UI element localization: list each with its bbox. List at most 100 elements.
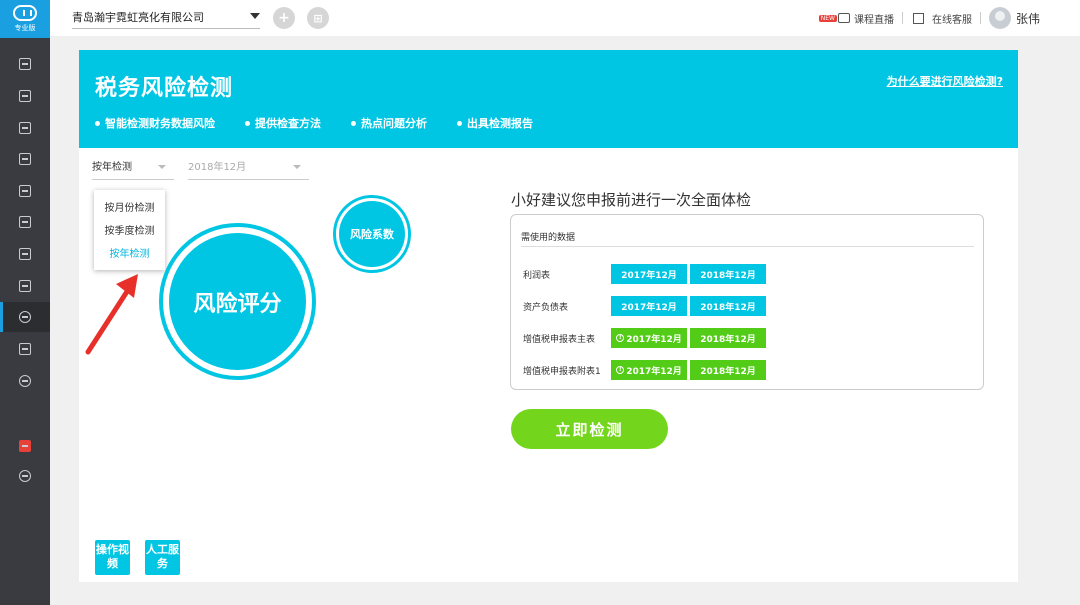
company-name: 青岛瀚宇霓虹亮化有限公司 — [72, 11, 204, 24]
warning-icon: ! — [616, 334, 625, 342]
calendar-icon — [19, 185, 31, 197]
data-row-name: 资产负债表 — [523, 303, 569, 313]
divider — [979, 12, 981, 24]
feature-step-label: 智能检测财务数据风险 — [105, 117, 215, 130]
warning-icon: ! — [616, 366, 625, 374]
new-badge: NEW — [818, 14, 837, 22]
feature-step: 热点问题分析 — [351, 115, 427, 131]
top-bar: 青岛瀚宇霓虹亮化有限公司 + ⊞ NEW 课程直播 在线客服 张伟 — [50, 0, 1080, 36]
manual-service-button[interactable]: 人工服务 — [145, 540, 180, 575]
period-pill-label: 2018年12月 — [700, 270, 756, 281]
period-pill[interactable]: 2018年12月 — [690, 264, 766, 284]
sidebar-item-chart[interactable] — [0, 113, 50, 143]
cloud-logo-icon — [13, 5, 37, 21]
risk-icon — [19, 311, 31, 323]
sidebar-item-settings[interactable] — [0, 366, 50, 396]
period-pill-label: 2017年12月 — [626, 334, 682, 345]
period-value: 2018年12月 — [188, 162, 247, 173]
bullet-icon — [457, 120, 462, 126]
option-quarterly[interactable]: 按季度检测 — [94, 220, 165, 243]
video-help-button[interactable]: 操作视频 — [95, 540, 130, 575]
feature-step-label: 热点问题分析 — [361, 117, 427, 130]
period-pill[interactable]: ! 2017年12月 — [611, 360, 687, 380]
topbar-right: NEW 课程直播 在线客服 张伟 — [818, 0, 1040, 36]
required-data-panel: 需使用的数据 利润表 2017年12月 2018年12月 资产负债表 2017年… — [510, 214, 984, 390]
sidebar-item-document[interactable] — [0, 144, 50, 174]
period-pill-label: 2017年12月 — [621, 302, 677, 313]
edition-label: 专业版 — [14, 24, 36, 32]
app-logo[interactable]: 专业版 — [0, 0, 50, 38]
sidebar-item-tax[interactable] — [0, 239, 50, 269]
risk-coefficient-bubble: 风险系数 — [333, 195, 411, 273]
ledger-icon — [19, 216, 31, 228]
apps-button[interactable]: ⊞ — [307, 7, 329, 29]
period-pill-label: 2017年12月 — [626, 366, 682, 377]
link-icon — [19, 470, 31, 482]
period-pill-label: 2017年12月 — [621, 270, 677, 281]
risk-coefficient-label: 风险系数 — [339, 201, 405, 267]
period-pill[interactable]: 2018年12月 — [690, 328, 766, 348]
feature-steps: 智能检测财务数据风险 提供检查方法 热点问题分析 出具检测报告 — [95, 115, 563, 131]
sidebar-item-gift[interactable] — [0, 431, 50, 461]
chevron-down-icon[interactable] — [250, 13, 260, 19]
sidebar-item-list[interactable] — [0, 49, 50, 79]
live-course-link[interactable]: 课程直播 — [854, 11, 894, 26]
sidebar-item-report[interactable] — [0, 271, 50, 301]
left-sidebar: 专业版 — [0, 0, 50, 605]
risk-score-label: 风险评分 — [169, 233, 306, 370]
user-name[interactable]: 张伟 — [1016, 10, 1040, 27]
tax-icon — [19, 248, 31, 260]
sidebar-item-invoice[interactable] — [0, 81, 50, 111]
sidebar-item-calendar[interactable] — [0, 176, 50, 206]
feature-step: 提供检查方法 — [245, 115, 321, 131]
sidebar-item-link[interactable] — [0, 461, 50, 491]
sidebar-item-receipt[interactable] — [0, 334, 50, 364]
feature-step: 智能检测财务数据风险 — [95, 115, 215, 131]
settings-icon — [19, 375, 31, 387]
panel-header: 需使用的数据 — [521, 230, 974, 247]
period-pill[interactable]: ! 2017年12月 — [611, 328, 687, 348]
check-now-button[interactable]: 立即检测 — [511, 409, 668, 449]
avatar[interactable] — [988, 7, 1011, 29]
chart-icon — [19, 122, 31, 134]
period-pill[interactable]: 2017年12月 — [611, 296, 687, 316]
suggestion-text: 小好建议您申报前进行一次全面体检 — [511, 191, 752, 209]
list-icon — [19, 58, 31, 70]
period-select[interactable]: 2018年12月 — [188, 158, 309, 180]
period-pill-label: 2018年12月 — [700, 334, 756, 345]
feature-step: 出具检测报告 — [457, 115, 533, 131]
invoice-icon — [19, 90, 31, 102]
risk-check-card: 税务风险检测 为什么要进行风险检测? 智能检测财务数据风险 提供检查方法 热点问… — [79, 50, 1018, 582]
divider — [901, 12, 903, 24]
option-yearly[interactable]: 按年检测 — [94, 243, 165, 266]
data-row: 资产负债表 2017年12月 2018年12月 — [523, 296, 983, 316]
data-row-name: 增值税申报表主表 — [523, 335, 596, 345]
period-pill-label: 2018年12月 — [700, 366, 756, 377]
add-button[interactable]: + — [273, 7, 295, 29]
feature-step-label: 提供检查方法 — [255, 117, 321, 130]
plus-icon: + — [278, 10, 290, 26]
risk-score-bubble: 风险评分 — [159, 223, 316, 380]
grid-icon: ⊞ — [313, 11, 323, 25]
why-risk-check-link[interactable]: 为什么要进行风险检测? — [887, 73, 1003, 89]
period-pill[interactable]: 2017年12月 — [611, 264, 687, 284]
check-mode-value: 按年检测 — [92, 162, 132, 173]
check-mode-dropdown: 按月份检测 按季度检测 按年检测 — [94, 190, 165, 270]
book-icon — [912, 12, 924, 24]
period-pill[interactable]: 2018年12月 — [690, 296, 766, 316]
data-row: 利润表 2017年12月 2018年12月 — [523, 264, 983, 284]
online-support-link[interactable]: 在线客服 — [932, 11, 972, 26]
check-mode-select[interactable]: 按年检测 — [92, 158, 174, 180]
banner: 税务风险检测 为什么要进行风险检测? 智能检测财务数据风险 提供检查方法 热点问… — [79, 50, 1018, 148]
option-monthly[interactable]: 按月份检测 — [94, 197, 165, 220]
gift-icon — [19, 440, 31, 452]
company-select[interactable]: 青岛瀚宇霓虹亮化有限公司 — [72, 9, 260, 29]
period-pill-label: 2018年12月 — [700, 302, 756, 313]
period-pill[interactable]: 2018年12月 — [690, 360, 766, 380]
data-row: 增值税申报表主表 ! 2017年12月 2018年12月 — [523, 328, 983, 348]
document-icon — [19, 153, 31, 165]
data-row-name: 利润表 — [523, 271, 551, 281]
sidebar-item-ledger[interactable] — [0, 207, 50, 237]
sidebar-item-risk[interactable] — [0, 302, 50, 332]
bullet-icon — [351, 120, 356, 126]
